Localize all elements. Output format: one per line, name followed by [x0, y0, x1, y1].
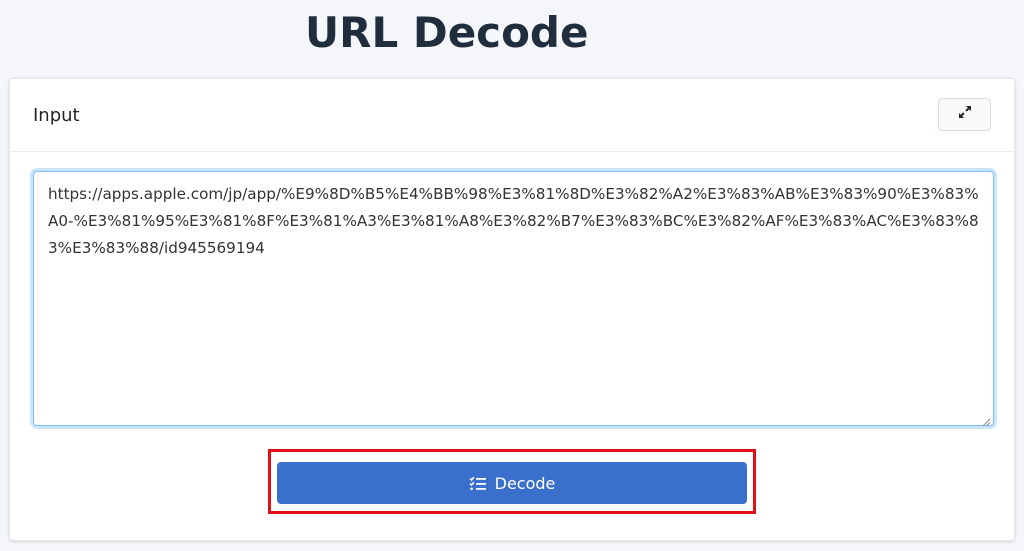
- input-textarea-wrapper: [33, 171, 994, 427]
- card-header: Input: [10, 79, 1014, 152]
- input-textarea[interactable]: [34, 172, 993, 425]
- page-title: URL Decode: [305, 8, 589, 57]
- list-check-icon: [469, 476, 486, 491]
- decode-button-label: Decode: [494, 473, 556, 493]
- card-title: Input: [33, 105, 80, 126]
- expand-arrows-icon: [957, 104, 973, 125]
- resize-handle-icon[interactable]: [982, 414, 991, 427]
- decode-button[interactable]: Decode: [277, 462, 747, 504]
- expand-button[interactable]: [938, 98, 991, 131]
